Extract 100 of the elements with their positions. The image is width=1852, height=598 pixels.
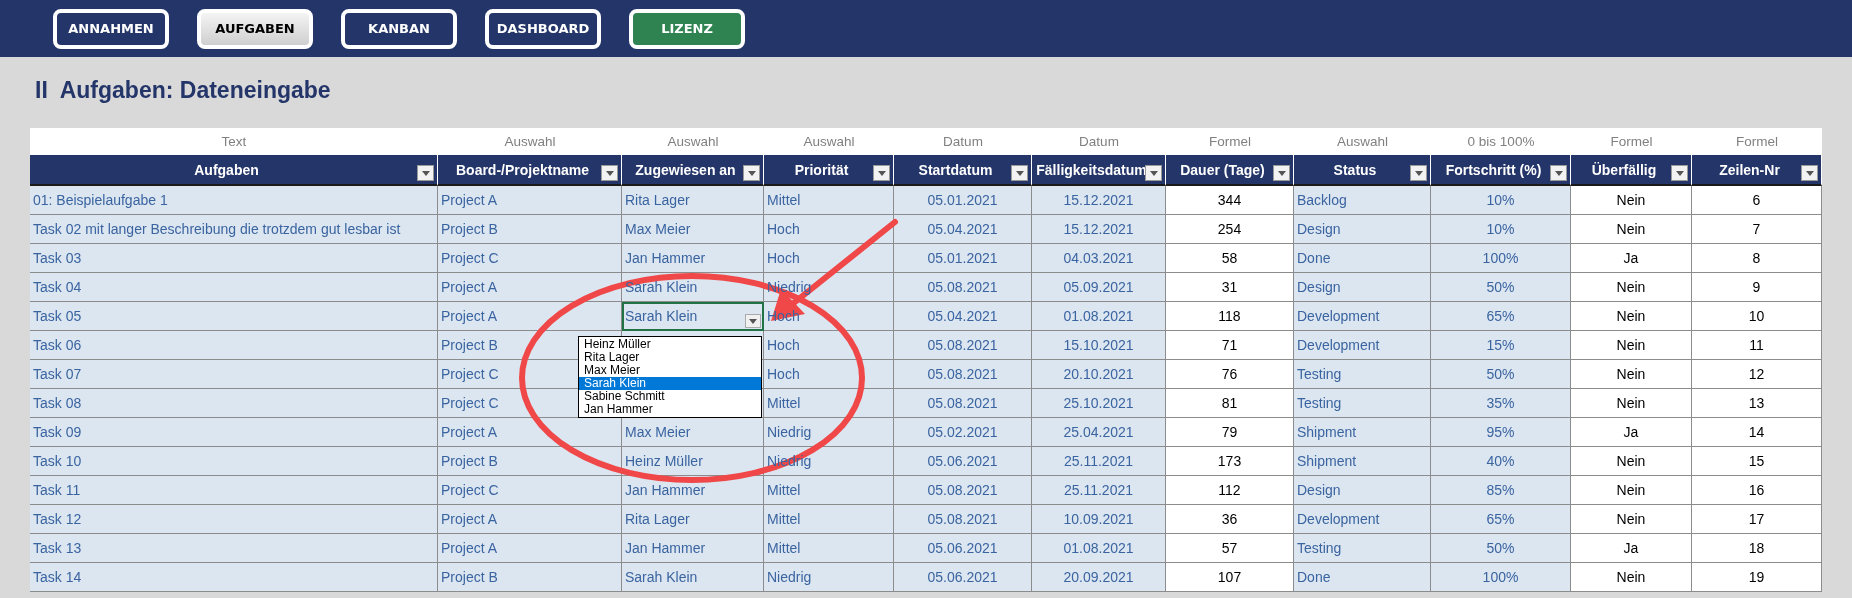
table-cell: Niedrig: [764, 563, 894, 592]
table-cell: Backlog: [1294, 186, 1431, 215]
table-cell: 15.12.2021: [1032, 186, 1166, 215]
table-cell: 05.09.2021: [1032, 273, 1166, 302]
table-cell: 15.10.2021: [1032, 331, 1166, 360]
table-cell: 14: [1692, 418, 1822, 447]
table-cell: Mittel: [764, 389, 894, 418]
table-cell: 107: [1166, 563, 1294, 592]
table-cell: 05.08.2021: [894, 360, 1032, 389]
table-cell: Task 05: [30, 302, 438, 331]
table-cell: Rita Lager: [622, 186, 764, 215]
column-title: Überfällig: [1591, 161, 1657, 178]
nav-button[interactable]: KANBAN: [341, 8, 457, 49]
table-cell: 05.04.2021: [894, 302, 1032, 331]
table-cell: Task 08: [30, 389, 438, 418]
table-cell: Mittel: [764, 476, 894, 505]
caret-icon: [1015, 170, 1024, 176]
table-cell: 05.08.2021: [894, 505, 1032, 534]
table-cell: 05.06.2021: [894, 534, 1032, 563]
table-cell: 254: [1166, 215, 1294, 244]
table-cell: Nein: [1571, 215, 1692, 244]
table-cell: Ja: [1571, 418, 1692, 447]
table-cell: Task 03: [30, 244, 438, 273]
table-cell: Testing: [1294, 360, 1431, 389]
column-hint: Auswahl: [1337, 134, 1388, 149]
table-cell: Testing: [1294, 534, 1431, 563]
table-cell: Task 14: [30, 563, 438, 592]
table-cell: 7: [1692, 215, 1822, 244]
table-cell: Ja: [1571, 244, 1692, 273]
caret-icon: [1277, 170, 1286, 176]
table-cell: 13: [1692, 389, 1822, 418]
page-title: II Aufgaben: Dateneingabe: [34, 76, 332, 105]
filter-button[interactable]: [873, 165, 890, 181]
table-cell: Nein: [1571, 186, 1692, 215]
filter-button[interactable]: [1011, 165, 1028, 181]
table-cell: 25.04.2021: [1032, 418, 1166, 447]
table-cell: Niedrig: [764, 418, 894, 447]
table-cell: 100%: [1431, 244, 1571, 273]
table-cell: Project B: [438, 447, 622, 476]
column-hint: Auswahl: [803, 134, 855, 149]
filter-button[interactable]: [1671, 165, 1688, 181]
table-cell: Nein: [1571, 331, 1692, 360]
table-cell: 25.10.2021: [1032, 389, 1166, 418]
table-cell: 6: [1692, 186, 1822, 215]
filter-button[interactable]: [743, 165, 760, 181]
table-cell: Heinz Müller: [622, 447, 764, 476]
table-cell: 05.06.2021: [894, 447, 1032, 476]
table-cell: Nein: [1571, 563, 1692, 592]
caret-icon: [1149, 170, 1158, 176]
table-cell: 20.10.2021: [1032, 360, 1166, 389]
table-cell[interactable]: Sarah Klein: [622, 302, 764, 331]
filter-button[interactable]: [1145, 165, 1162, 181]
table-cell: Project A: [438, 505, 622, 534]
table-cell: 95%: [1431, 418, 1571, 447]
table-cell: 57: [1166, 534, 1294, 563]
table-cell: 16: [1692, 476, 1822, 505]
table-cell: 58: [1166, 244, 1294, 273]
table-cell: 05.08.2021: [894, 389, 1032, 418]
table-cell: 118: [1166, 302, 1294, 331]
table-cell: 05.01.2021: [894, 244, 1032, 273]
filter-button[interactable]: [1550, 165, 1567, 181]
nav-button[interactable]: DASHBOARD: [485, 8, 601, 49]
nav-button[interactable]: ANNAHMEN: [53, 8, 169, 49]
table-cell: 05.04.2021: [894, 215, 1032, 244]
column-title: Priorität: [794, 161, 849, 178]
dropdown-button[interactable]: [745, 314, 761, 328]
filter-button[interactable]: [417, 165, 434, 181]
table-cell: 05.08.2021: [894, 273, 1032, 302]
column-title: Fälligkeitsdatum: [1036, 161, 1147, 178]
column-hint: 0 bis 100%: [1467, 134, 1535, 149]
column-title: Dauer (Tage): [1180, 161, 1265, 178]
table-cell: 01: Beispielaufgabe 1: [30, 186, 438, 215]
filter-button[interactable]: [601, 165, 618, 181]
table-cell: Hoch: [764, 215, 894, 244]
dropdown-item[interactable]: Sarah Klein: [579, 377, 761, 390]
table-cell: 71: [1166, 331, 1294, 360]
table-cell: 112: [1166, 476, 1294, 505]
table-cell: 20.09.2021: [1032, 563, 1166, 592]
table-cell: 50%: [1431, 360, 1571, 389]
column-hint: Text: [221, 134, 247, 149]
filter-button[interactable]: [1801, 165, 1818, 181]
table-cell: 17: [1692, 505, 1822, 534]
filter-button[interactable]: [1410, 165, 1427, 181]
table-cell: Project A: [438, 302, 622, 331]
caret-icon: [1414, 170, 1423, 176]
table-cell: 12: [1692, 360, 1822, 389]
filter-button[interactable]: [1273, 165, 1290, 181]
column-title: Startdatum: [918, 161, 993, 178]
table-cell: 100%: [1431, 563, 1571, 592]
caret-icon: [1554, 170, 1563, 176]
table-cell: Rita Lager: [622, 505, 764, 534]
table-cell: Development: [1294, 302, 1431, 331]
table-cell: 18: [1692, 534, 1822, 563]
column-hint: Formel: [1736, 134, 1778, 149]
table-cell: Nein: [1571, 505, 1692, 534]
column-hint: Auswahl: [667, 134, 719, 149]
table-cell: Max Meier: [622, 215, 764, 244]
nav-button[interactable]: LIZENZ: [629, 8, 745, 49]
table-cell: Project A: [438, 418, 622, 447]
nav-button[interactable]: AUFGABEN: [197, 8, 313, 49]
